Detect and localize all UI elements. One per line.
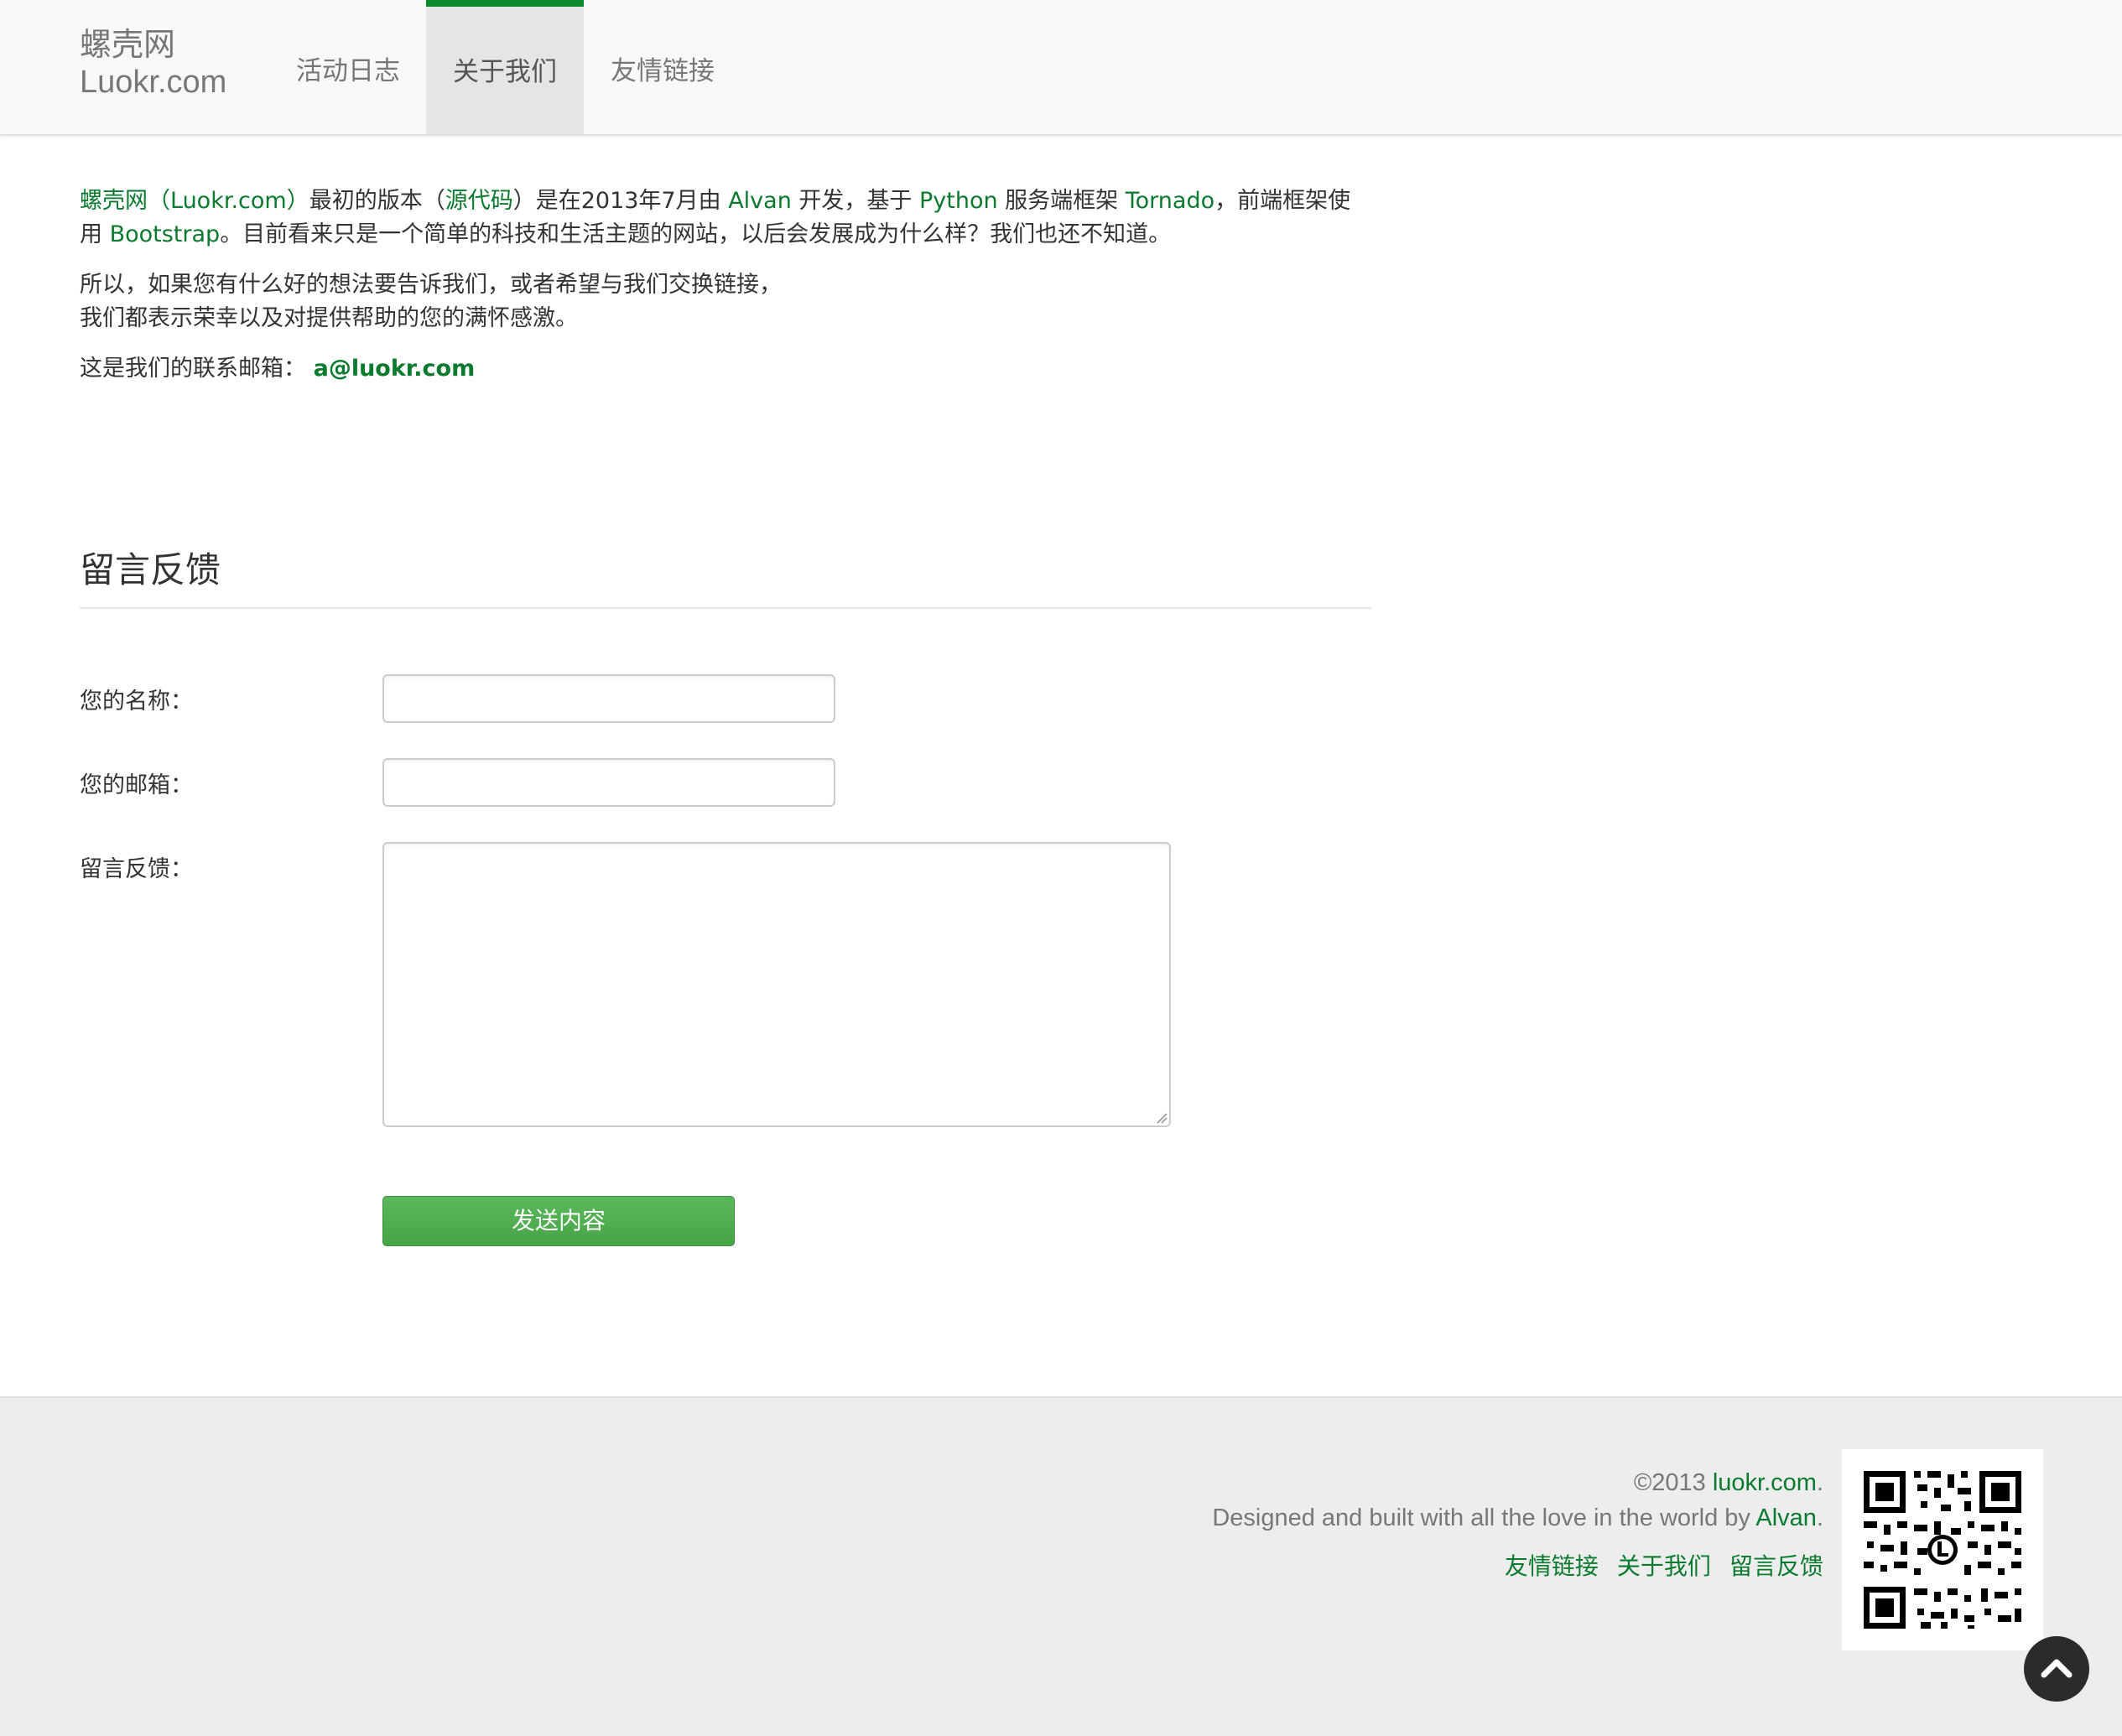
python-link[interactable]: Python xyxy=(919,188,998,214)
tornado-link[interactable]: Tornado xyxy=(1126,188,1214,214)
about-paragraph-invite: 所以，如果您有什么好的想法要告诉我们，或者希望与我们交换链接， 我们都表示荣幸以及… xyxy=(80,268,1371,335)
qr-code-icon xyxy=(1842,1449,2043,1650)
designed-text: Designed and built with all the love in … xyxy=(1212,1505,1756,1531)
invite-line-1: 所以，如果您有什么好的想法要告诉我们，或者希望与我们交换链接， xyxy=(80,272,782,298)
resize-handle-icon[interactable] xyxy=(1156,1112,1168,1124)
nav-item-activity-log[interactable]: 活动日志 xyxy=(277,0,419,134)
footer-link-friend-links[interactable]: 友情链接 xyxy=(1505,1553,1599,1579)
designed-line: Designed and built with all the love in … xyxy=(1212,1500,1823,1536)
intro-text: 服务端框架 xyxy=(997,188,1126,214)
brand-name-en: Luokr.com xyxy=(80,65,227,100)
intro-text: 最初的版本（ xyxy=(309,188,445,214)
top-navbar: 螺壳网 Luokr.com 活动日志 关于我们 友情链接 xyxy=(0,0,2122,136)
copyright-text: ©2013 xyxy=(1633,1469,1713,1496)
about-paragraph-contact: 这是我们的联系邮箱： a@luokr.com xyxy=(80,352,1371,386)
nav-item-about-us[interactable]: 关于我们 xyxy=(426,0,584,134)
chevron-up-icon xyxy=(2041,1659,2073,1678)
intro-text: 。目前看来只是一个简单的科技和生活主题的网站，以后会发展成为什么样？我们也还不知… xyxy=(220,221,1172,247)
footer-link-about-us[interactable]: 关于我们 xyxy=(1617,1553,1711,1579)
invite-line-2: 我们都表示荣幸以及对提供帮助的您的满怀感激。 xyxy=(80,305,578,331)
brand-logo[interactable]: 螺壳网 Luokr.com xyxy=(80,27,226,101)
name-input[interactable] xyxy=(382,674,835,723)
footer: ©2013 luokr.com. Designed and built with… xyxy=(0,1396,2122,1736)
email-input[interactable] xyxy=(382,758,835,807)
message-label: 留言反馈： xyxy=(80,856,193,882)
copyright-suffix: . xyxy=(1816,1469,1823,1496)
designed-suffix: . xyxy=(1816,1505,1823,1531)
site-link[interactable]: 螺壳网（Luokr.com） xyxy=(80,188,309,214)
footer-site-link[interactable]: luokr.com xyxy=(1713,1469,1817,1496)
author-link[interactable]: Alvan xyxy=(728,188,792,214)
source-code-link[interactable]: 源代码 xyxy=(445,188,513,214)
name-label: 您的名称： xyxy=(80,689,193,715)
feedback-section-title: 留言反馈 xyxy=(80,545,1371,609)
footer-author-link[interactable]: Alvan xyxy=(1755,1505,1817,1531)
nav-item-friend-links[interactable]: 友情链接 xyxy=(596,0,730,134)
contact-label: 这是我们的联系邮箱： xyxy=(80,356,306,382)
send-button[interactable]: 发送内容 xyxy=(382,1196,735,1246)
footer-link-feedback[interactable]: 留言反馈 xyxy=(1729,1553,1823,1579)
contact-email-link[interactable]: a@luokr.com xyxy=(314,356,476,382)
back-to-top-button[interactable] xyxy=(2024,1636,2089,1702)
email-label: 您的邮箱： xyxy=(80,772,193,798)
copyright-line: ©2013 luokr.com. xyxy=(1212,1465,1823,1500)
about-paragraph-intro: 螺壳网（Luokr.com）最初的版本（源代码）是在2013年7月由 Alvan… xyxy=(80,185,1371,252)
about-content: 螺壳网（Luokr.com）最初的版本（源代码）是在2013年7月由 Alvan… xyxy=(80,185,1371,403)
message-textarea[interactable] xyxy=(382,842,1171,1127)
intro-text: 开发，基于 xyxy=(791,188,919,214)
footer-info: ©2013 luokr.com. Designed and built with… xyxy=(1212,1465,1823,1584)
bootstrap-link[interactable]: Bootstrap xyxy=(110,221,221,247)
brand-name-cn: 螺壳网 xyxy=(80,28,176,63)
footer-links: 友情链接 关于我们 留言反馈 xyxy=(1212,1549,1823,1584)
intro-text: ）是在2013年7月由 xyxy=(512,188,729,214)
